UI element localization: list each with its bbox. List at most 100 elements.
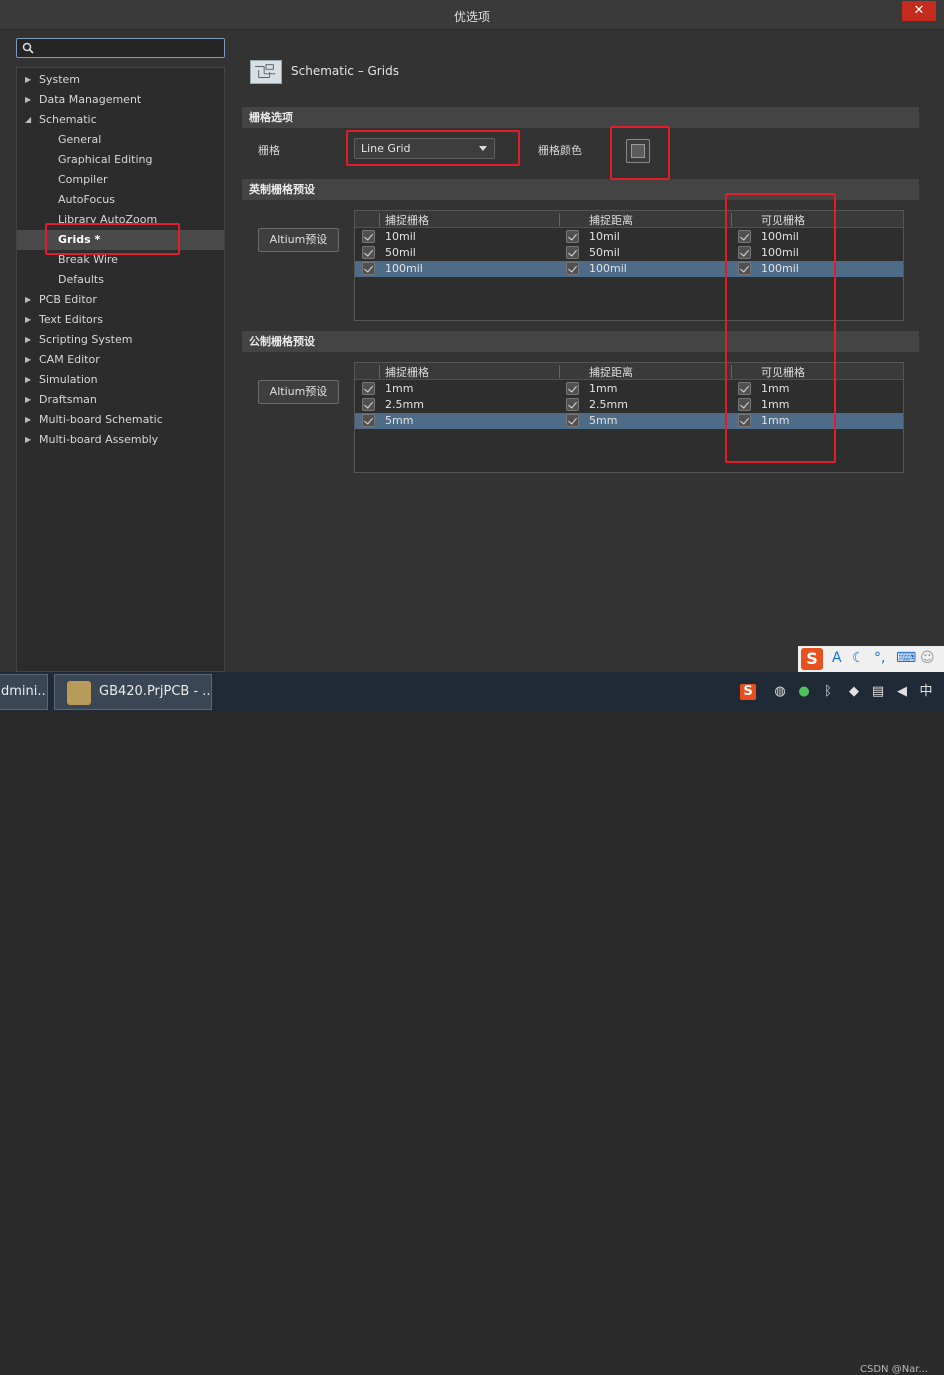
chevron-right-icon[interactable]: ▶ — [25, 390, 35, 410]
row-checkbox[interactable] — [566, 398, 579, 411]
tree-item-autofocus[interactable]: AutoFocus — [17, 190, 224, 210]
row-checkbox[interactable] — [566, 382, 579, 395]
tree-item-label: Defaults — [58, 273, 104, 286]
column-header[interactable]: 捕捉距离 — [589, 212, 633, 228]
tree-item-label: Simulation — [39, 373, 98, 386]
row-checkbox[interactable] — [566, 246, 579, 259]
tree-item-compiler[interactable]: Compiler — [17, 170, 224, 190]
preferences-tree: ▶ System ▶ Data Management ◢ Schematic General… — [16, 67, 225, 672]
table-cell: 5mm — [589, 414, 618, 427]
row-checkbox[interactable] — [362, 398, 375, 411]
row-checkbox[interactable] — [362, 414, 375, 427]
globe-icon[interactable]: ◍ — [772, 684, 788, 700]
chevron-right-icon[interactable]: ▶ — [25, 370, 35, 390]
tree-item-label: Draftsman — [39, 393, 97, 406]
tree-item-label: Data Management — [39, 93, 142, 106]
column-separator — [379, 365, 380, 378]
tree-item-label: Schematic — [39, 113, 97, 126]
column-separator — [559, 365, 560, 378]
tree-item-cam-editor[interactable]: ▶ CAM Editor — [17, 350, 224, 370]
annotation-box-grid-color — [610, 126, 670, 180]
chevron-right-icon[interactable]: ▶ — [25, 310, 35, 330]
tree-item-multi-board-schematic[interactable]: ▶ Multi-board Schematic — [17, 410, 224, 430]
shield-icon[interactable]: ◆ — [846, 684, 862, 700]
chevron-right-icon[interactable]: ▶ — [25, 430, 35, 450]
row-checkbox[interactable] — [362, 230, 375, 243]
row-checkbox[interactable] — [566, 414, 579, 427]
tree-item-label: Compiler — [58, 173, 108, 186]
tree-item-label: System — [39, 73, 81, 86]
chevron-right-icon[interactable]: ▶ — [25, 70, 35, 90]
tree-item-graphical-editing[interactable]: Graphical Editing — [17, 150, 224, 170]
ime-tray-icon[interactable]: 中 — [918, 684, 934, 700]
close-button[interactable]: ✕ — [902, 1, 936, 21]
tree-item-pcb-editor[interactable]: ▶ PCB Editor — [17, 290, 224, 310]
tree-item-general[interactable]: General — [17, 130, 224, 150]
sogou-tray-icon[interactable]: S — [740, 684, 756, 700]
tree-item-label: Text Editors — [39, 313, 104, 326]
tree-item-multi-board-assembly[interactable]: ▶ Multi-board Assembly — [17, 430, 224, 450]
tree-item-simulation[interactable]: ▶ Simulation — [17, 370, 224, 390]
search-input[interactable] — [16, 38, 225, 58]
bluetooth-icon[interactable]: ᛒ — [820, 684, 836, 700]
chevron-right-icon[interactable]: ▶ — [25, 90, 35, 110]
taskbar-item-altium-label: GB420.PrjPCB - ... — [99, 684, 212, 699]
tree-item-label: Scripting System — [39, 333, 133, 346]
tree-item-defaults[interactable]: Defaults — [17, 270, 224, 290]
row-checkbox[interactable] — [362, 262, 375, 275]
grid-label: 栅格 — [258, 144, 280, 157]
tree-item-draftsman[interactable]: ▶ Draftsman — [17, 390, 224, 410]
volume-icon[interactable]: ◀ — [894, 684, 910, 700]
tree-item-label: General — [58, 133, 102, 146]
table-cell: 10mil — [589, 230, 620, 243]
row-checkbox[interactable] — [566, 262, 579, 275]
tree-item-label: AutoFocus — [58, 193, 115, 206]
tree-item-label: PCB Editor — [39, 293, 97, 306]
column-header[interactable]: 捕捉栅格 — [385, 364, 429, 380]
chevron-right-icon[interactable]: ▶ — [25, 410, 35, 430]
taskbar-item-altium[interactable]: GB420.PrjPCB - ... — [54, 674, 212, 710]
tree-item-system[interactable]: ▶ System — [17, 70, 224, 90]
wechat-icon[interactable]: ● — [796, 684, 812, 700]
tree-item-schematic[interactable]: ◢ Schematic — [17, 110, 224, 130]
keyboard-icon[interactable]: ⌨ — [896, 650, 916, 666]
chevron-down-icon[interactable]: ◢ — [25, 110, 35, 130]
annotation-box-visible-grid-column — [725, 193, 836, 463]
table-cell: 5mm — [385, 414, 414, 427]
tree-item-data-management[interactable]: ▶ Data Management — [17, 90, 224, 110]
table-cell: 100mil — [385, 262, 423, 275]
dialog-title: 优选项 — [453, 10, 490, 24]
chevron-right-icon[interactable]: ▶ — [25, 290, 35, 310]
row-checkbox[interactable] — [362, 382, 375, 395]
column-header[interactable]: 捕捉距离 — [589, 364, 633, 380]
annotation-box-grids-item — [45, 223, 180, 255]
table-cell: 2.5mm — [385, 398, 424, 411]
column-header[interactable]: 捕捉栅格 — [385, 212, 429, 228]
punctuation-icon[interactable]: °, — [874, 650, 885, 666]
taskbar-item-admin[interactable]: dmini... — [0, 674, 48, 710]
column-separator — [559, 213, 560, 226]
grid-color-label: 栅格颜色 — [538, 144, 582, 157]
user-icon[interactable]: ☺ — [920, 650, 935, 666]
altium-app-icon — [67, 681, 91, 705]
tree-item-text-editors[interactable]: ▶ Text Editors — [17, 310, 224, 330]
csdn-watermark: CSDN @Nar... — [860, 1364, 929, 1375]
metric-altium-preset-button[interactable]: Altium预设 — [258, 380, 339, 404]
sogou-logo-icon[interactable]: S — [801, 648, 823, 670]
table-cell: 50mil — [589, 246, 620, 259]
tree-item-label: Graphical Editing — [58, 153, 153, 166]
tree-item-scripting-system[interactable]: ▶ Scripting System — [17, 330, 224, 350]
table-cell: 2.5mm — [589, 398, 628, 411]
imperial-altium-preset-button[interactable]: Altium预设 — [258, 228, 339, 252]
network-icon[interactable]: ▤ — [870, 684, 886, 700]
chevron-right-icon[interactable]: ▶ — [25, 330, 35, 350]
chevron-right-icon[interactable]: ▶ — [25, 350, 35, 370]
row-checkbox[interactable] — [566, 230, 579, 243]
moon-icon[interactable]: ☾ — [852, 650, 865, 666]
tree-item-label: Multi-board Schematic — [39, 413, 163, 426]
ime-mode-indicator[interactable]: A — [832, 650, 842, 666]
table-cell: 10mil — [385, 230, 416, 243]
row-checkbox[interactable] — [362, 246, 375, 259]
column-separator — [379, 213, 380, 226]
table-cell: 1mm — [385, 382, 414, 395]
